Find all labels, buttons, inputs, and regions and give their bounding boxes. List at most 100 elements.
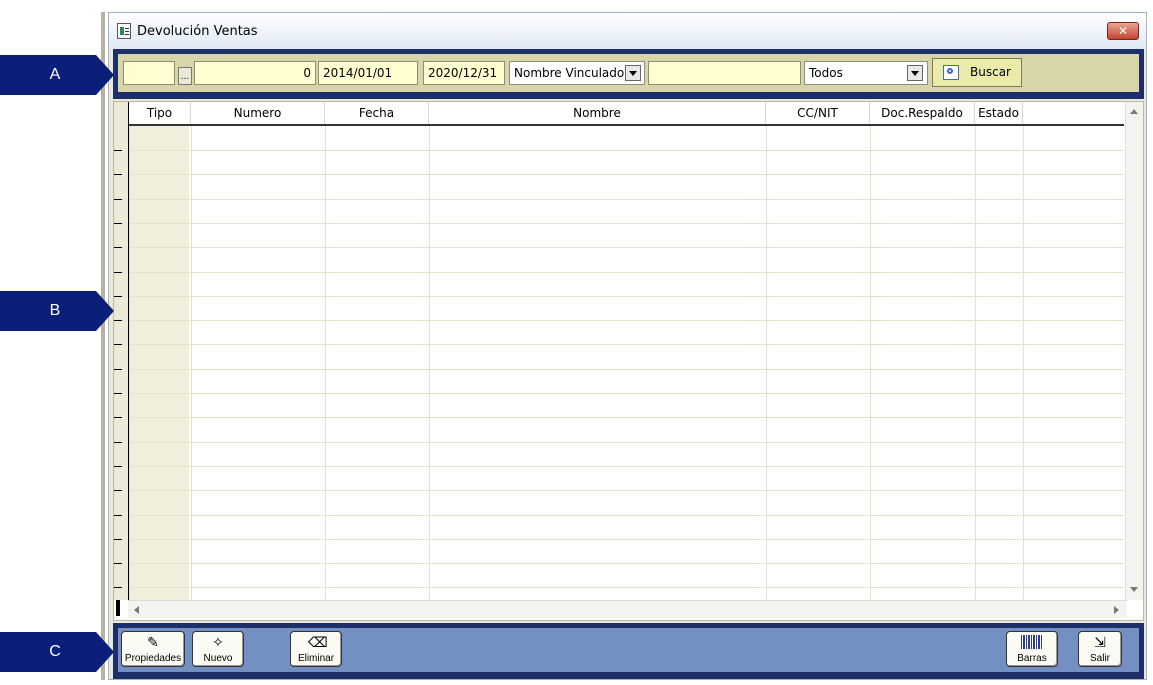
grid-row-line bbox=[129, 515, 1124, 516]
grid-column-line bbox=[975, 126, 976, 600]
grid-row-line bbox=[129, 393, 1124, 394]
callout-b: B bbox=[0, 291, 114, 331]
row-header-tick bbox=[114, 296, 122, 297]
column-header-nombre[interactable]: Nombre bbox=[429, 102, 766, 124]
grid-row-line bbox=[129, 539, 1124, 540]
grid-header: Tipo Numero Fecha Nombre CC/NIT Doc.Resp… bbox=[129, 102, 1124, 126]
nuevo-button[interactable]: ✧ Nuevo bbox=[192, 631, 244, 667]
column-header-cc-nit[interactable]: CC/NIT bbox=[766, 102, 870, 124]
chevron-down-icon[interactable] bbox=[907, 65, 923, 81]
grid-column-line bbox=[429, 126, 430, 600]
status-filter-select[interactable]: Todos bbox=[804, 61, 928, 85]
propiedades-button[interactable]: ✎ Propiedades bbox=[121, 631, 185, 667]
nuevo-label: Nuevo bbox=[203, 653, 233, 664]
name-filter-value: Nombre Vinculado bbox=[514, 66, 625, 80]
grid-column-line bbox=[766, 126, 767, 600]
action-bar: ✎ Propiedades ✧ Nuevo ⌫ Eliminar Barras … bbox=[113, 623, 1144, 679]
row-header-column bbox=[114, 102, 129, 600]
action-bar-inner: ✎ Propiedades ✧ Nuevo ⌫ Eliminar Barras … bbox=[118, 628, 1139, 672]
filter-toolbar: ... 0 2014/01/01 2020/12/31 Nombre Vincu… bbox=[113, 49, 1144, 99]
row-header-tick bbox=[114, 539, 122, 540]
grid-row-line bbox=[129, 369, 1124, 370]
grid-column-line bbox=[1023, 126, 1024, 600]
grid-column-line bbox=[129, 126, 130, 600]
results-grid[interactable]: Tipo Numero Fecha Nombre CC/NIT Doc.Resp… bbox=[113, 101, 1144, 621]
barras-button[interactable]: Barras bbox=[1006, 631, 1058, 667]
row-header-tick bbox=[114, 199, 122, 200]
grid-row-line bbox=[129, 490, 1124, 491]
new-document-icon: ✧ bbox=[212, 635, 224, 651]
callout-a: A bbox=[0, 55, 114, 95]
scroll-left-icon[interactable] bbox=[134, 606, 139, 614]
eliminar-label: Eliminar bbox=[297, 653, 335, 664]
grid-column-line bbox=[870, 126, 871, 600]
row-header-tick bbox=[114, 272, 122, 273]
close-button[interactable]: ✕ bbox=[1107, 22, 1139, 40]
grid-row-line bbox=[129, 442, 1124, 443]
grid-row-line bbox=[129, 199, 1124, 200]
row-header-tick bbox=[114, 174, 122, 175]
row-header-tick bbox=[114, 393, 122, 394]
column-header-numero[interactable]: Numero bbox=[191, 102, 325, 124]
name-filter-select[interactable]: Nombre Vinculado bbox=[509, 61, 645, 85]
left-edge bbox=[101, 12, 105, 680]
search-text-field[interactable] bbox=[648, 61, 801, 85]
number-field[interactable]: 0 bbox=[194, 61, 316, 85]
date-from-field[interactable]: 2014/01/01 bbox=[318, 61, 418, 85]
close-icon: ✕ bbox=[1117, 24, 1129, 38]
salir-button[interactable]: ⇲ Salir bbox=[1078, 631, 1122, 667]
column-header-estado[interactable]: Estado bbox=[975, 102, 1023, 124]
callout-a-label: A bbox=[49, 66, 61, 83]
status-filter-value: Todos bbox=[809, 66, 843, 80]
barras-label: Barras bbox=[1017, 653, 1047, 664]
code-field[interactable] bbox=[123, 61, 175, 85]
callout-b-label: B bbox=[49, 302, 61, 319]
eraser-icon: ⌫ bbox=[308, 635, 328, 651]
column-header-tipo[interactable]: Tipo bbox=[129, 102, 191, 124]
row-header-tick bbox=[114, 417, 122, 418]
grid-row-line bbox=[129, 247, 1124, 248]
salir-label: Salir bbox=[1089, 653, 1110, 664]
title-bar[interactable]: Devolución Ventas ✕ bbox=[109, 13, 1146, 49]
date-to-field[interactable]: 2020/12/31 bbox=[423, 61, 505, 85]
grid-row-line bbox=[129, 223, 1124, 224]
grid-row-line bbox=[129, 563, 1124, 564]
buscar-label: Buscar bbox=[970, 65, 1011, 79]
scroll-right-icon[interactable] bbox=[1114, 606, 1119, 614]
scroll-up-icon[interactable] bbox=[1130, 109, 1138, 114]
row-header-tick bbox=[114, 466, 122, 467]
row-header-tick bbox=[114, 369, 122, 370]
column-header-fecha[interactable]: Fecha bbox=[325, 102, 429, 124]
row-header-tick bbox=[114, 442, 122, 443]
callout-c-label: C bbox=[49, 643, 61, 660]
grid-row-line bbox=[129, 150, 1124, 151]
row-header-tick bbox=[114, 223, 122, 224]
grid-row-line bbox=[129, 344, 1124, 345]
record-indicator bbox=[116, 600, 120, 616]
window-title: Devolución Ventas bbox=[137, 24, 258, 39]
filter-toolbar-inner: ... 0 2014/01/01 2020/12/31 Nombre Vincu… bbox=[118, 54, 1139, 92]
scroll-down-icon[interactable] bbox=[1130, 587, 1138, 592]
row-header-tick bbox=[114, 490, 122, 491]
eliminar-button[interactable]: ⌫ Eliminar bbox=[290, 631, 342, 667]
vertical-scrollbar[interactable] bbox=[1125, 102, 1143, 600]
buscar-button[interactable]: Buscar bbox=[932, 58, 1022, 87]
horizontal-scrollbar[interactable] bbox=[128, 600, 1127, 618]
grid-row-line bbox=[129, 174, 1124, 175]
row-header-tick bbox=[114, 320, 122, 321]
grid-row-line bbox=[129, 296, 1124, 297]
spreadsheet-icon bbox=[117, 23, 131, 39]
barcode-icon bbox=[1021, 635, 1043, 649]
column-header-doc-respaldo[interactable]: Doc.Respaldo bbox=[870, 102, 975, 124]
devolucion-ventas-window: Devolución Ventas ✕ ... 0 2014/01/01 202… bbox=[108, 12, 1147, 680]
grid-column-line bbox=[325, 126, 326, 600]
chevron-down-icon[interactable] bbox=[625, 65, 641, 81]
browse-button[interactable]: ... bbox=[178, 67, 192, 85]
grid-column-line bbox=[191, 126, 192, 600]
grid-row-line bbox=[129, 320, 1124, 321]
grid-row-line bbox=[129, 466, 1124, 467]
row-header-tick bbox=[114, 563, 122, 564]
grid-row-line bbox=[129, 587, 1124, 588]
search-icon bbox=[943, 65, 959, 80]
tipo-column-background bbox=[129, 126, 189, 600]
